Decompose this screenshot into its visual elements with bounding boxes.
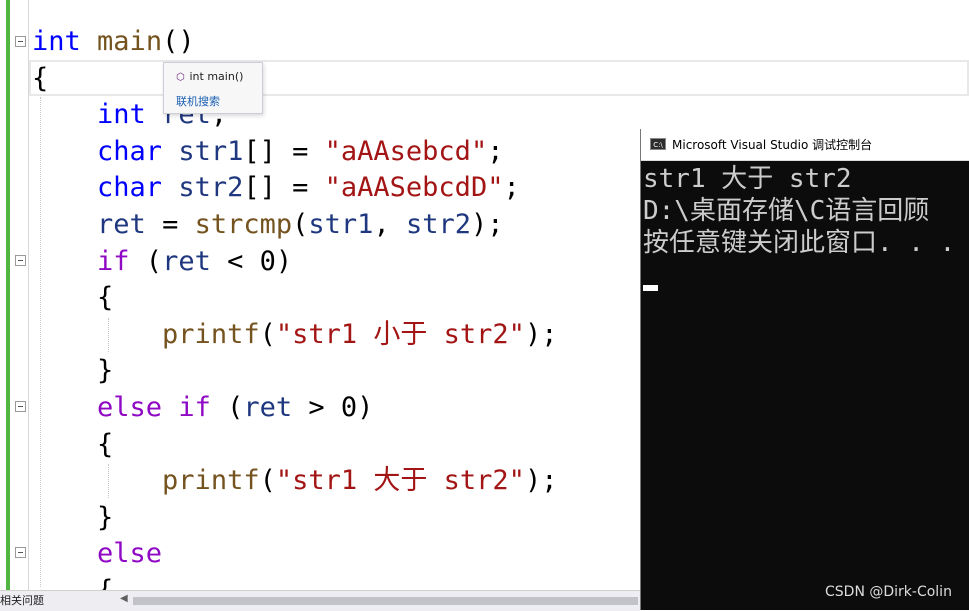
- code-token: strcmp: [194, 209, 293, 240]
- code-token: str1: [308, 209, 374, 240]
- console-titlebar[interactable]: C:\ Microsoft Visual Studio 调试控制台: [641, 129, 969, 161]
- related-issues-label[interactable]: 相关问题: [0, 592, 44, 608]
- code-token: "str1 大于 str2": [275, 465, 525, 496]
- code-token: (: [129, 246, 163, 277]
- code-token: "str1 小于 str2": [275, 319, 525, 350]
- code-token: printf: [162, 465, 260, 496]
- code-token: ret: [243, 392, 293, 423]
- code-line[interactable]: }: [32, 500, 113, 536]
- console-output: str1 大于 str2 D:\桌面存储\C语言回顾 按任意键关闭此窗口. . …: [643, 163, 969, 259]
- code-line[interactable]: }: [32, 353, 113, 389]
- code-token: ret: [162, 246, 211, 277]
- console-title: Microsoft Visual Studio 调试控制台: [672, 138, 873, 152]
- code-token: ,: [373, 209, 406, 240]
- collapse-if-icon[interactable]: [15, 255, 26, 266]
- debug-console-window[interactable]: C:\ Microsoft Visual Studio 调试控制台 str1 大…: [640, 129, 969, 610]
- console-app-icon: C:\: [650, 138, 666, 150]
- code-token: char: [97, 172, 163, 203]
- code-token: str2: [405, 209, 471, 240]
- code-token: < 0): [210, 246, 293, 277]
- code-line[interactable]: if (ret < 0): [32, 244, 292, 280]
- collapse-main-icon[interactable]: [15, 36, 26, 47]
- code-token: }: [32, 355, 114, 386]
- code-token: main: [97, 26, 163, 57]
- tooltip-signature: int main(): [189, 70, 244, 83]
- code-token: ;: [503, 172, 520, 203]
- code-line[interactable]: printf("str1 小于 str2");: [32, 317, 557, 353]
- code-token: );: [524, 319, 558, 350]
- code-line[interactable]: char str1[] = "aAAsebcd";: [32, 134, 503, 170]
- console-line: str1 大于 str2: [643, 164, 852, 194]
- code-token: }: [32, 502, 114, 533]
- code-token: {: [32, 282, 114, 313]
- code-token: int: [97, 99, 146, 130]
- code-token: ;: [487, 136, 504, 167]
- cube-icon: ⬡: [176, 72, 185, 83]
- watermark: CSDN @Dirk-Colin: [825, 584, 952, 600]
- code-token: ret: [97, 209, 146, 240]
- code-line[interactable]: {: [32, 61, 48, 97]
- bottom-bar: 相关问题 ◀: [0, 590, 640, 611]
- code-token: (: [259, 319, 276, 350]
- code-token: (: [210, 392, 244, 423]
- console-line: 按任意键关闭此窗口. . .: [643, 228, 956, 258]
- code-line[interactable]: char str2[] = "aAASebcdD";: [32, 170, 520, 206]
- collapse-else-icon[interactable]: [15, 547, 26, 558]
- code-line[interactable]: printf("str1 大于 str2");: [32, 463, 557, 499]
- code-token: char: [97, 136, 163, 167]
- online-search-link[interactable]: 联机搜索: [176, 93, 220, 109]
- code-token: str2: [178, 172, 244, 203]
- code-token: > 0): [292, 392, 374, 423]
- console-cursor: [643, 285, 658, 291]
- code-token: int: [32, 26, 81, 57]
- horizontal-scrollbar[interactable]: [133, 597, 638, 605]
- code-token: (: [259, 465, 276, 496]
- code-token: printf: [162, 319, 260, 350]
- scroll-left-icon[interactable]: ◀: [120, 593, 128, 604]
- change-tracking-bar: [6, 0, 10, 590]
- code-token: );: [470, 209, 504, 240]
- code-line[interactable]: int main(): [32, 24, 195, 60]
- code-token: (): [162, 26, 195, 57]
- code-line[interactable]: else if (ret > 0): [32, 390, 373, 426]
- code-line[interactable]: {: [32, 427, 113, 463]
- code-token: if: [97, 246, 130, 277]
- code-line[interactable]: {: [32, 280, 113, 316]
- code-line[interactable]: ret = strcmp(str1, str2);: [32, 207, 504, 243]
- code-token: =: [145, 209, 195, 240]
- code-token: {: [32, 63, 49, 94]
- quick-info-tooltip: ⬡ int main() 联机搜索: [163, 62, 263, 114]
- code-token: {: [32, 429, 114, 460]
- code-token: "aAAsebcd": [324, 136, 488, 167]
- console-line: D:\桌面存储\C语言回顾: [643, 196, 930, 226]
- code-token: (: [292, 209, 309, 240]
- code-token: else: [97, 392, 163, 423]
- collapse-else-if-icon[interactable]: [15, 401, 26, 412]
- code-token: [] =: [243, 136, 325, 167]
- code-token: if: [178, 392, 211, 423]
- code-token: else: [97, 538, 163, 569]
- code-token: "aAASebcdD": [324, 172, 504, 203]
- code-token: [] =: [243, 172, 325, 203]
- code-token: str1: [178, 136, 244, 167]
- code-line[interactable]: else: [32, 536, 162, 572]
- code-token: );: [524, 465, 558, 496]
